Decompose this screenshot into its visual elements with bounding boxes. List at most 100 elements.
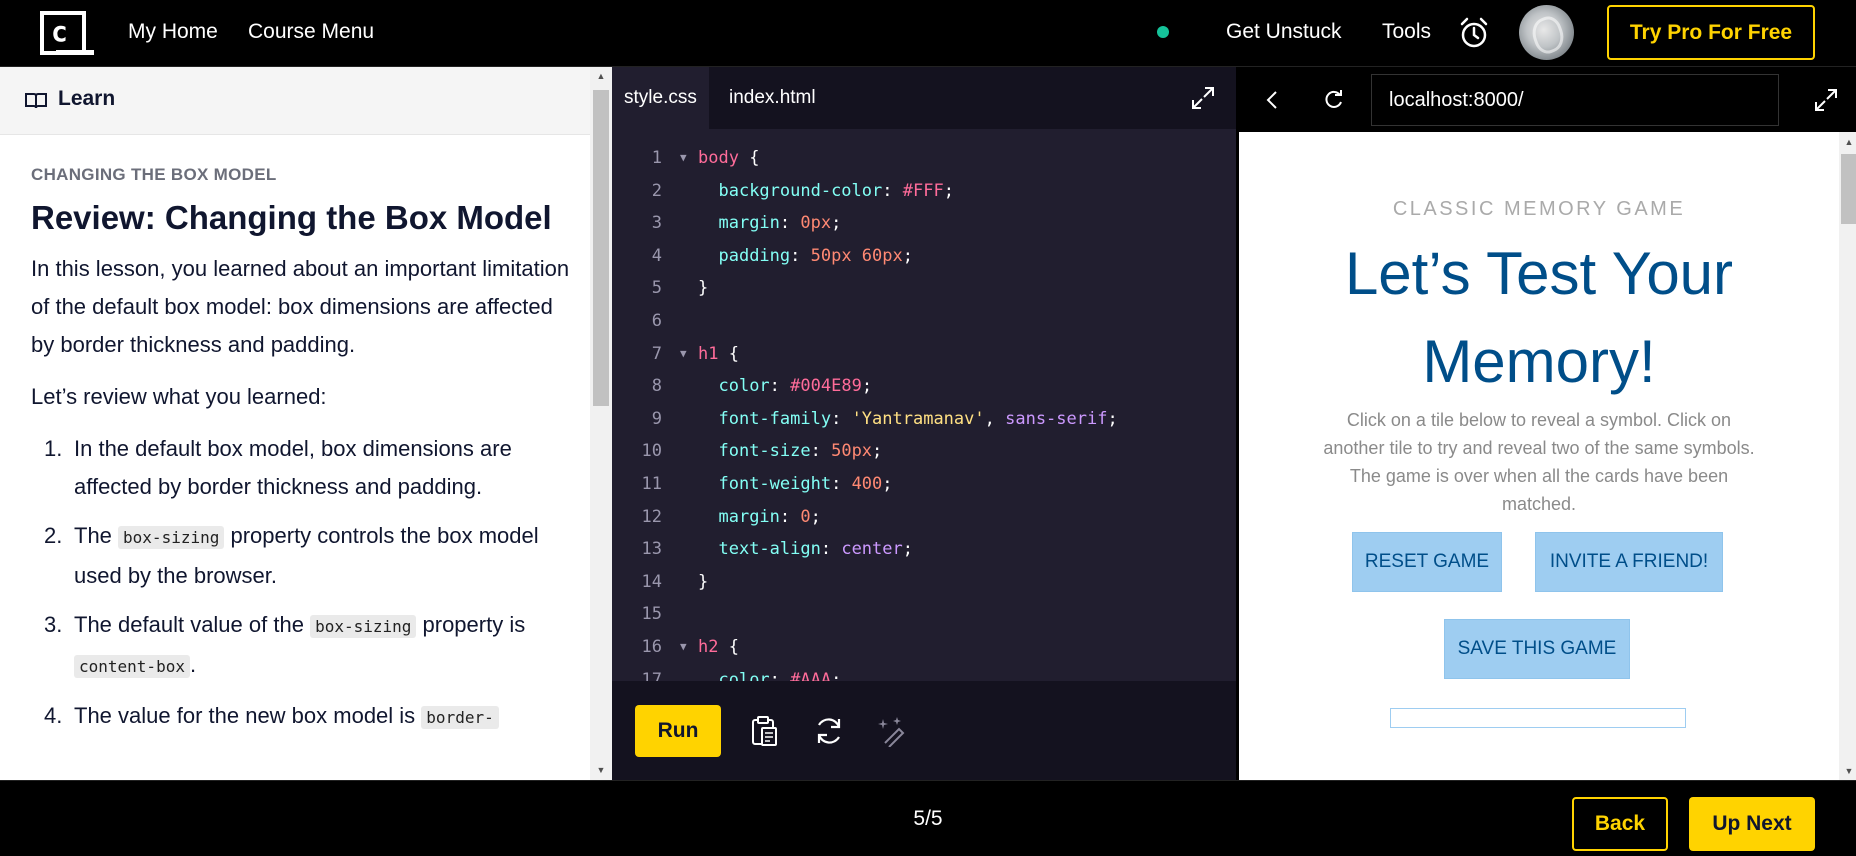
code-text: } [698, 566, 708, 598]
preview-title: Let’s Test Your Memory! [1344, 240, 1734, 395]
code-token: : [779, 506, 801, 527]
code-line[interactable]: 3 margin: 0px; [612, 207, 1236, 239]
nav-tools[interactable]: Tools [1382, 18, 1431, 46]
line-number: 8 [651, 376, 662, 397]
back-button[interactable]: Back [1572, 797, 1668, 851]
try-pro-button[interactable]: Try Pro For Free [1607, 5, 1815, 60]
refresh-icon[interactable] [813, 715, 845, 747]
code-line[interactable]: 17 color: #AAA; [612, 664, 1236, 681]
list-text: property is [416, 612, 526, 637]
line-number: 1 [651, 148, 662, 168]
code-token: ; [943, 180, 954, 201]
code-text: h1 { [698, 338, 739, 370]
code-line[interactable]: 5} [612, 272, 1236, 304]
preview-eyebrow: CLASSIC MEMORY GAME [1392, 198, 1686, 220]
preview-scrollbar[interactable] [1839, 132, 1856, 780]
scroll-down-arrow-icon[interactable]: ▼ [593, 765, 609, 775]
code-token: : [831, 474, 852, 494]
code-line[interactable]: 4 padding: 50px 60px; [612, 240, 1236, 272]
reload-icon[interactable] [1323, 89, 1345, 111]
fold-arrow-icon[interactable]: ▼ [680, 631, 687, 663]
code-token: : [790, 245, 811, 266]
code-text: color: #004E89; [698, 370, 872, 402]
lesson-header: Learn [0, 67, 590, 135]
code-line[interactable]: 11 font-weight: 400; [612, 468, 1236, 500]
line-number: 2 [651, 180, 662, 201]
code-line[interactable]: 1 ▼ body { [612, 142, 1236, 174]
preview-scrollbar-thumb[interactable] [1841, 154, 1856, 224]
code-line[interactable]: 14} [612, 566, 1236, 598]
lesson-scrollbar-thumb[interactable] [593, 90, 609, 406]
code-token: ; [902, 539, 913, 560]
url-bar[interactable]: localhost:8000/ [1371, 74, 1779, 126]
preview-description: Click on a tile below to reveal a symbol… [1323, 410, 1755, 514]
game-board-edge [1390, 708, 1686, 728]
logo-underscore [56, 50, 94, 55]
code-line[interactable]: 6 [612, 305, 1236, 337]
preview-scroll-down-icon[interactable]: ▼ [1841, 766, 1856, 776]
expand-editor-icon[interactable] [1190, 85, 1216, 111]
nav-get-unstuck[interactable]: Get Unstuck [1226, 18, 1342, 46]
code-line[interactable]: 15 [612, 598, 1236, 630]
nav-course-menu[interactable]: Course Menu [248, 18, 374, 46]
code-token: margin [718, 213, 780, 234]
list-number: 1. [44, 436, 63, 461]
alarm-clock-icon[interactable] [1458, 16, 1490, 50]
code-line[interactable]: 16 ▼ h2 { [612, 631, 1236, 663]
code-line[interactable]: 8 color: #004E89; [612, 370, 1236, 402]
run-button[interactable]: Run [635, 705, 721, 757]
list-item: 3. The default value of the box-sizing p… [31, 606, 579, 686]
lesson-content: CHANGING THE BOX MODEL Review: Changing … [31, 165, 579, 748]
user-avatar[interactable] [1519, 5, 1574, 60]
list-text: The [74, 523, 119, 548]
codecademy-logo[interactable]: c [40, 11, 86, 55]
fold-arrow-icon[interactable]: ▼ [680, 142, 687, 174]
inline-code: box-sizing [310, 615, 417, 638]
scroll-up-arrow-icon[interactable]: ▲ [593, 71, 609, 81]
code-area[interactable]: 1 ▼ body {2 background-color: #FFF; 3 margi… [612, 129, 1236, 681]
code-token: } [698, 571, 709, 592]
code-text: padding: 50px 60px; [698, 240, 913, 272]
back-arrow-icon[interactable] [1263, 89, 1283, 111]
code-token: ; [810, 506, 821, 527]
list-item: 4. The value for the new box model is bo… [31, 697, 579, 737]
code-line[interactable]: 13 text-align: center; [612, 533, 1236, 565]
code-text: h2 { [698, 631, 739, 663]
code-token: ; [861, 376, 873, 397]
code-token: : [779, 213, 801, 234]
code-line[interactable]: 12 margin: 0; [612, 501, 1236, 533]
code-text: font-size: 50px; [698, 435, 882, 467]
line-number: 16 [641, 637, 662, 657]
save-game-button[interactable]: SAVE THIS GAME [1444, 619, 1630, 679]
expand-browser-icon[interactable] [1813, 87, 1839, 113]
clipboard-icon[interactable] [748, 715, 780, 747]
preview-scroll-up-icon[interactable]: ▲ [1841, 137, 1856, 147]
list-number: 2. [44, 523, 63, 548]
up-next-button[interactable]: Up Next [1689, 797, 1815, 851]
code-line[interactable]: 2 background-color: #FFF; [612, 175, 1236, 207]
code-token: 0px [800, 213, 832, 234]
code-line[interactable]: 9 font-family: 'Yantramanav', sans-serif… [612, 403, 1236, 435]
code-token: : [810, 441, 832, 462]
format-sparkle-icon[interactable] [877, 715, 909, 747]
code-token: ; [882, 474, 893, 494]
code-token: #AAA [790, 669, 832, 681]
code-token: font-weight [718, 474, 832, 494]
code-text: margin: 0px; [698, 207, 841, 239]
code-token: center [841, 539, 903, 560]
code-line[interactable]: 10 font-size: 50px; [612, 435, 1236, 467]
invite-friend-button[interactable]: INVITE A FRIEND! [1535, 532, 1723, 592]
code-line[interactable]: 7 ▼ h1 { [612, 338, 1236, 370]
nav-my-home[interactable]: My Home [128, 18, 218, 46]
tab-index-html[interactable]: index.html [717, 67, 828, 129]
code-token: ; [831, 669, 842, 681]
code-token: sans-serif [1005, 408, 1108, 429]
tab-style-css[interactable]: style.css [612, 67, 709, 129]
line-number: 6 [651, 311, 662, 331]
reset-game-button[interactable]: RESET GAME [1352, 532, 1502, 592]
fold-arrow-icon[interactable]: ▼ [680, 338, 687, 370]
browser-preview: localhost:8000/ CLASSIC MEMORY GAME Let’… [1236, 67, 1856, 780]
code-token: #004E89 [790, 376, 862, 397]
